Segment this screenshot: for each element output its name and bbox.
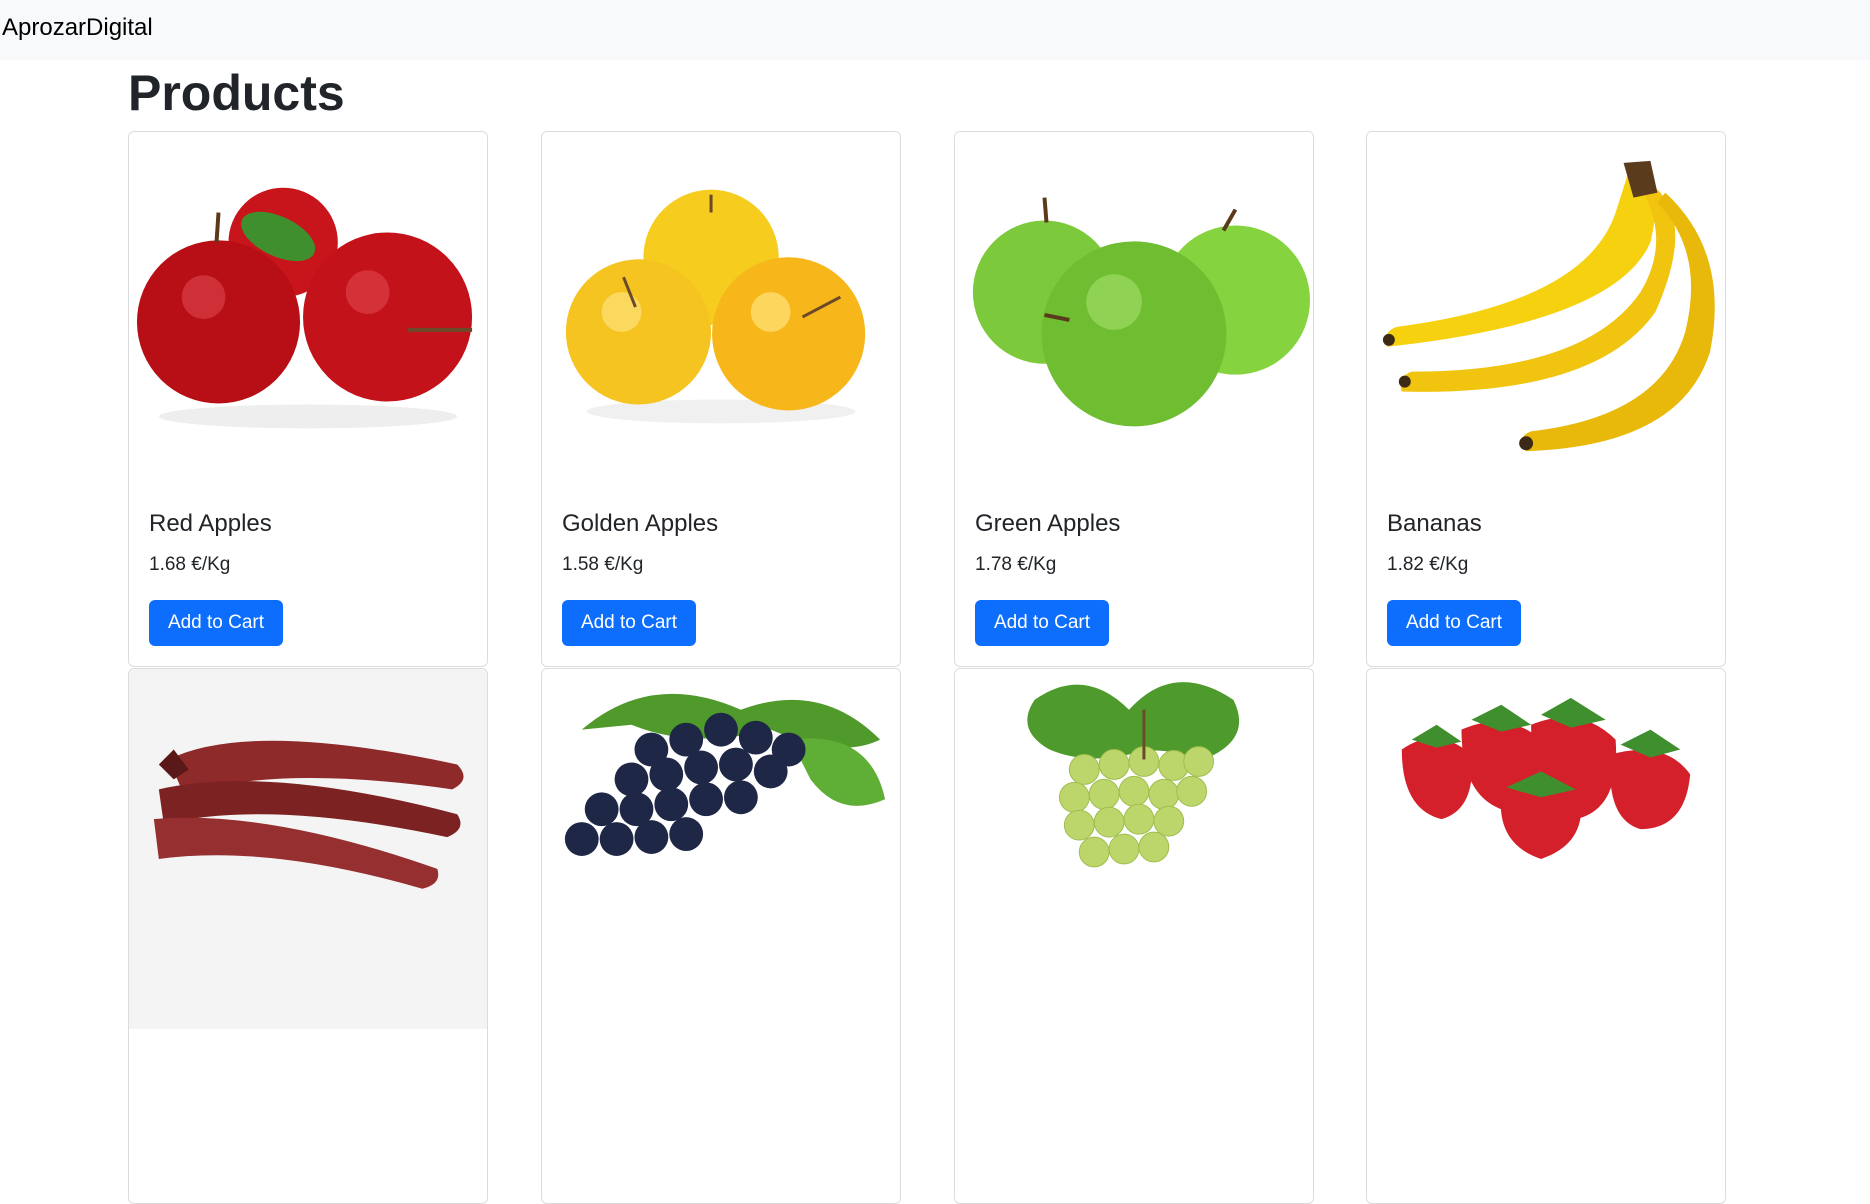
product-card-green-apples: Green Apples 1.78 €/Kg Add to Cart: [954, 131, 1314, 667]
add-to-cart-button[interactable]: Add to Cart: [562, 600, 696, 646]
product-card-green-grapes: [954, 668, 1314, 1204]
add-to-cart-button[interactable]: Add to Cart: [975, 600, 1109, 646]
product-name: Green Apples: [975, 510, 1121, 537]
product-card-black-grapes: [541, 668, 901, 1204]
product-card-golden-apples: Golden Apples 1.58 €/Kg Add to Cart: [541, 131, 901, 667]
navbar: AprozarDigital: [0, 0, 1870, 60]
product-price: 1.68 €/Kg: [149, 554, 231, 575]
brand-link[interactable]: AprozarDigital: [2, 14, 153, 42]
product-price: 1.82 €/Kg: [1387, 554, 1469, 575]
product-card-red-bananas: [128, 668, 488, 1204]
red-apples-image: [129, 132, 487, 492]
add-to-cart-button[interactable]: Add to Cart: [149, 600, 283, 646]
black-grapes-image: [542, 669, 900, 1029]
product-price: 1.78 €/Kg: [975, 554, 1057, 575]
product-name: Bananas: [1387, 510, 1482, 537]
product-price: 1.58 €/Kg: [562, 554, 644, 575]
product-card-red-apples: Red Apples 1.68 €/Kg Add to Cart: [128, 131, 488, 667]
product-card-strawberries: [1366, 668, 1726, 1204]
red-bananas-image: [129, 669, 487, 1029]
green-apples-image: [955, 132, 1313, 492]
strawberries-image: [1367, 669, 1725, 1029]
add-to-cart-button[interactable]: Add to Cart: [1387, 600, 1521, 646]
bananas-image: [1367, 132, 1725, 492]
product-card-bananas: Bananas 1.82 €/Kg Add to Cart: [1366, 131, 1726, 667]
page-title: Products: [128, 65, 345, 121]
product-name: Golden Apples: [562, 510, 719, 537]
product-name: Red Apples: [149, 510, 272, 537]
golden-apples-image: [542, 132, 900, 492]
green-grapes-image: [955, 669, 1313, 1029]
